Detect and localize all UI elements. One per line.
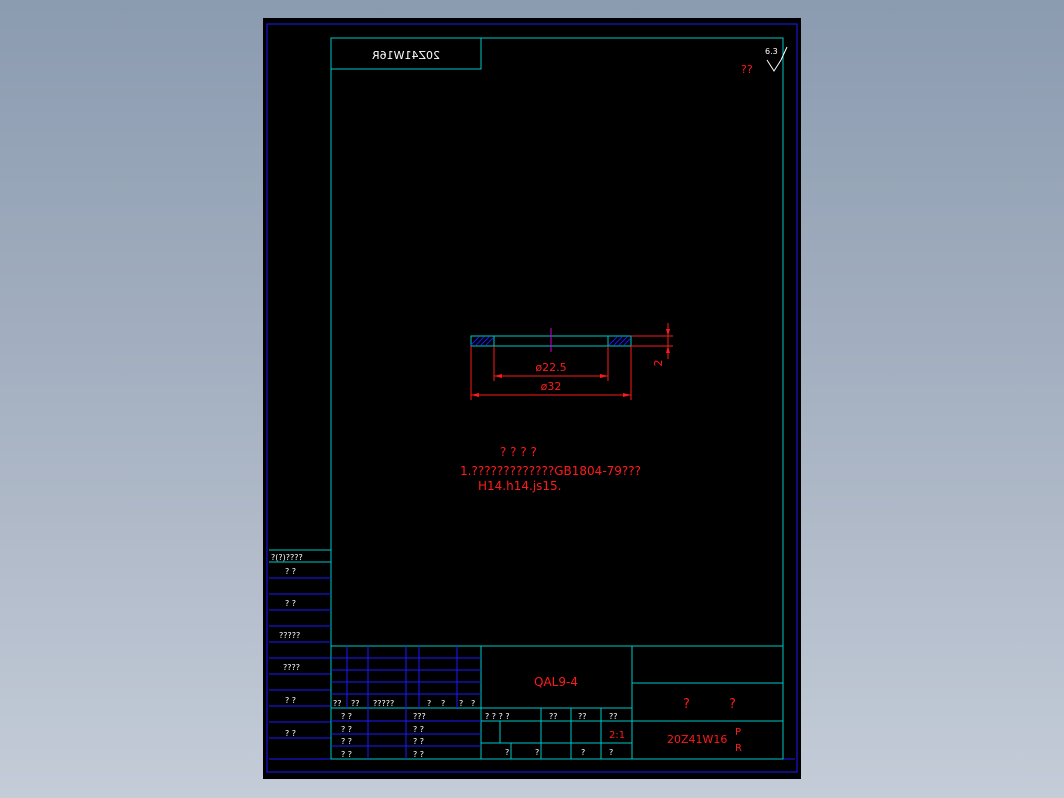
- arrow-icon: [666, 329, 670, 336]
- sign-role: ? ?: [413, 750, 424, 759]
- sign-header: ?: [427, 699, 431, 708]
- side-row-label: ? ?: [285, 599, 296, 608]
- sign-role: ? ?: [413, 725, 424, 734]
- side-row-label: ?????: [279, 631, 300, 640]
- roughness-leader: [780, 46, 788, 61]
- dim-inner-diameter: ø22.5: [535, 361, 566, 374]
- title-right: ?: [729, 697, 736, 712]
- notes-line-1: 1.?????????????GB1804-79???: [460, 464, 641, 478]
- notes-title: ? ? ? ?: [500, 445, 537, 459]
- sign-role: ? ?: [341, 712, 352, 721]
- roughness-value: 6.3: [765, 47, 778, 56]
- sign-role: ? ?: [413, 737, 424, 746]
- mid-footer: ?: [535, 748, 539, 757]
- roughness-symbol-icon: [766, 59, 782, 72]
- drawing-number-suffix-bottom: R: [735, 743, 742, 754]
- dim-outer-diameter: ø32: [541, 380, 562, 393]
- arrow-icon: [666, 346, 670, 353]
- mid-header: ??: [609, 712, 618, 721]
- side-row-label: ? ?: [285, 729, 296, 738]
- sign-role: ? ?: [341, 737, 352, 746]
- drawing-number: 20Z41W16: [667, 733, 727, 746]
- drawing-number-suffix-top: P: [735, 727, 741, 738]
- side-row-label: ?(?)????: [271, 553, 303, 562]
- arrow-icon: [600, 374, 608, 378]
- mid-header: ??: [578, 712, 587, 721]
- sign-role: ? ?: [341, 725, 352, 734]
- side-table: ?(?)???? ? ? ? ? ????? ???? ? ? ? ?: [269, 549, 331, 739]
- mid-footer: ?: [609, 748, 613, 757]
- notes-line-2: H14.h14.js15.: [478, 479, 561, 493]
- sign-role: ???: [413, 712, 426, 721]
- roughness-label: ??: [741, 63, 753, 76]
- hatch-left: [470, 336, 494, 346]
- side-row-label: ????: [283, 663, 300, 672]
- sign-header: ?????: [373, 699, 394, 708]
- title-block: ?? ?? ????? ? ? ? ? ? ? ??? ? ? ? ? ? ? …: [330, 645, 784, 760]
- dim-thickness: 2: [652, 360, 665, 367]
- sign-header: ??: [333, 699, 342, 708]
- drawing-sheet: 20Z41W16R 6.3 ?? ø22.5 ø32 2 ? ? ? ? 1.?…: [263, 18, 801, 779]
- arrow-icon: [471, 393, 479, 397]
- hatch-right: [608, 336, 631, 346]
- sign-role: ? ?: [341, 750, 352, 759]
- mid-header: ? ? ? ?: [485, 712, 510, 721]
- sign-header: ?: [459, 699, 463, 708]
- scale-value: 2:1: [609, 730, 625, 741]
- sign-header: ?: [471, 699, 475, 708]
- drawing-canvas: 20Z41W16R 6.3 ?? ø22.5 ø32 2 ? ? ? ? 1.?…: [266, 23, 798, 773]
- code-mirrored: 20Z41W16R: [372, 49, 440, 62]
- mid-header: ??: [549, 712, 558, 721]
- drawing-area-border: [330, 37, 784, 647]
- sign-header: ??: [351, 699, 360, 708]
- arrow-icon: [494, 374, 502, 378]
- arrow-icon: [623, 393, 631, 397]
- sign-header: ?: [441, 699, 445, 708]
- side-row-label: ? ?: [285, 567, 296, 576]
- material-label: QAL9-4: [534, 675, 578, 689]
- mid-footer: ?: [581, 748, 585, 757]
- title-left: ?: [683, 697, 690, 712]
- mid-footer: ?: [505, 748, 509, 757]
- side-row-label: ? ?: [285, 696, 296, 705]
